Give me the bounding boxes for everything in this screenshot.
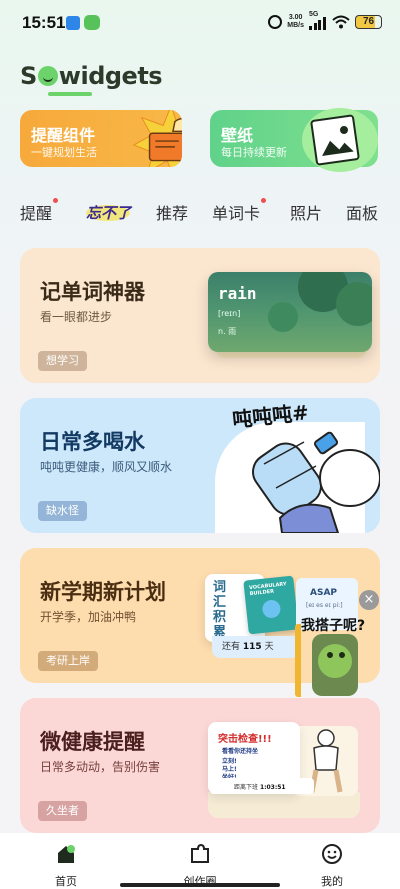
countdown-suffix: 天 (264, 642, 274, 652)
tab-label: 提醒 (20, 204, 53, 223)
category-tabs: 提醒 推荐 单词卡 照片 面板 (0, 198, 400, 226)
card-title: 记单词神器 (40, 280, 145, 304)
word-phonetic: [reɪn] (218, 309, 241, 318)
tab-photo[interactable]: 照片 (290, 200, 322, 224)
alert-title: 突击检查!!! (218, 734, 272, 745)
asap-word: ASAP (310, 588, 338, 598)
tab-never-forget[interactable]: 忘不了 (84, 201, 132, 223)
cellular-signal-icon: 5G (309, 11, 327, 30)
notification-frog-icon (84, 15, 100, 30)
mascot-eye (327, 652, 333, 658)
tab-label: 单词卡 (212, 204, 261, 223)
countdown-time: 1:03:51 (259, 784, 286, 791)
nav-label: 我的 (321, 875, 343, 888)
notification-app-icon (66, 16, 80, 30)
card-tag: 想学习 (38, 351, 87, 371)
net-speed-value: 3.00 (288, 14, 303, 21)
status-time: 15:51 (22, 13, 66, 32)
asap-phonetic: [eɪ es eɪ piː] (306, 602, 343, 609)
home-icon (58, 845, 75, 863)
card-title: 日常多喝水 (40, 430, 145, 454)
feature-title: 提醒组件 (31, 126, 96, 145)
net-speed-unit: MB/s (287, 22, 304, 29)
floating-text: 我搭子呢? (301, 618, 366, 634)
feature-title: 壁纸 (221, 126, 254, 145)
countdown-prefix: 还有 (222, 642, 241, 652)
alert-line: 看看你还持坐 (222, 748, 259, 755)
logo-smile-icon (37, 66, 58, 86)
tab-label: 推荐 (156, 204, 189, 223)
tab-panel[interactable]: 面板 (346, 200, 378, 224)
word-memorizer-card[interactable]: 记单词神器 看一眼都进步 想学习 rain [reɪn] n. 雨 (20, 248, 380, 383)
card-subtitle: 开学季，加油冲鸭 (40, 610, 137, 624)
mascot-eye (339, 652, 345, 658)
word-widget-preview: rain [reɪn] n. 雨 (208, 272, 372, 352)
bottom-nav: 首页 创作圈 我的 (0, 833, 400, 889)
status-bar: 15:51 3.00 MB/s 5G 76 (0, 0, 400, 46)
tab-reminder[interactable]: 提醒 (20, 198, 59, 224)
puzzle-icon (191, 843, 209, 863)
bell-burst-icon (132, 110, 182, 167)
book-title: VOCABULARY BUILDER (248, 581, 287, 598)
reminder-widgets-card[interactable]: 提醒组件 一键规划生活 (20, 110, 182, 167)
word-text: rain (218, 284, 257, 303)
logo-underline (48, 92, 92, 96)
picture-frame-icon (302, 108, 378, 172)
tab-recommend[interactable]: 推荐 (156, 200, 188, 224)
countdown-label: 距离下班 (234, 784, 259, 791)
logo-word: widgets (58, 62, 163, 90)
close-floating-button[interactable]: × (359, 590, 379, 610)
feature-subtitle: 每日持续更新 (221, 146, 287, 159)
water-bottle-icon (252, 431, 380, 533)
off-work-countdown: 距离下班 1:03:51 (210, 778, 314, 794)
feature-subtitle: 一键规划生活 (31, 146, 97, 159)
tab-label: 忘不了 (86, 204, 132, 222)
nav-home[interactable]: 首页 (36, 843, 96, 889)
app-logo: Swidgets (20, 62, 163, 96)
smile-icon (322, 844, 342, 864)
wifi-icon (332, 15, 350, 29)
countdown-strip: 还有 115 天 (212, 636, 300, 658)
card-subtitle: 吨吨更健康，顺风又顺水 (40, 460, 173, 474)
tab-label: 照片 (290, 204, 323, 223)
card-tag: 久坐者 (38, 801, 87, 821)
drink-water-card[interactable]: 日常多喝水 吨吨更健康，顺风又顺水 缺水怪 (20, 398, 380, 533)
card-tag: 缺水怪 (38, 501, 87, 521)
countdown-days: 115 (242, 642, 262, 652)
card-tag: 考研上岸 (38, 651, 98, 671)
nav-label: 首页 (55, 875, 77, 888)
alarm-icon (268, 15, 283, 29)
unread-dot (53, 198, 59, 203)
word-meaning: n. 雨 (218, 327, 237, 336)
vocab-title: 词 汇 积 累 (213, 580, 227, 640)
net-speed: 3.00 MB/s (287, 14, 304, 30)
card-subtitle: 日常多动动，告别伤害 (40, 760, 161, 774)
battery-icon: 76 (355, 15, 382, 29)
card-subtitle: 看一眼都进步 (40, 310, 113, 324)
home-indicator (120, 883, 280, 887)
globe-icon (261, 599, 282, 619)
card-title: 微健康提醒 (40, 730, 145, 754)
card-title: 新学期新计划 (40, 580, 166, 604)
vocab-book-icon: VOCABULARY BUILDER (243, 575, 299, 635)
nav-me[interactable]: 我的 (302, 843, 362, 889)
unread-dot (261, 198, 267, 203)
tab-label: 面板 (346, 204, 379, 223)
tab-word-card[interactable]: 单词卡 (212, 198, 267, 224)
mascot-face-icon (318, 644, 352, 678)
logo-letter: S (20, 62, 37, 90)
